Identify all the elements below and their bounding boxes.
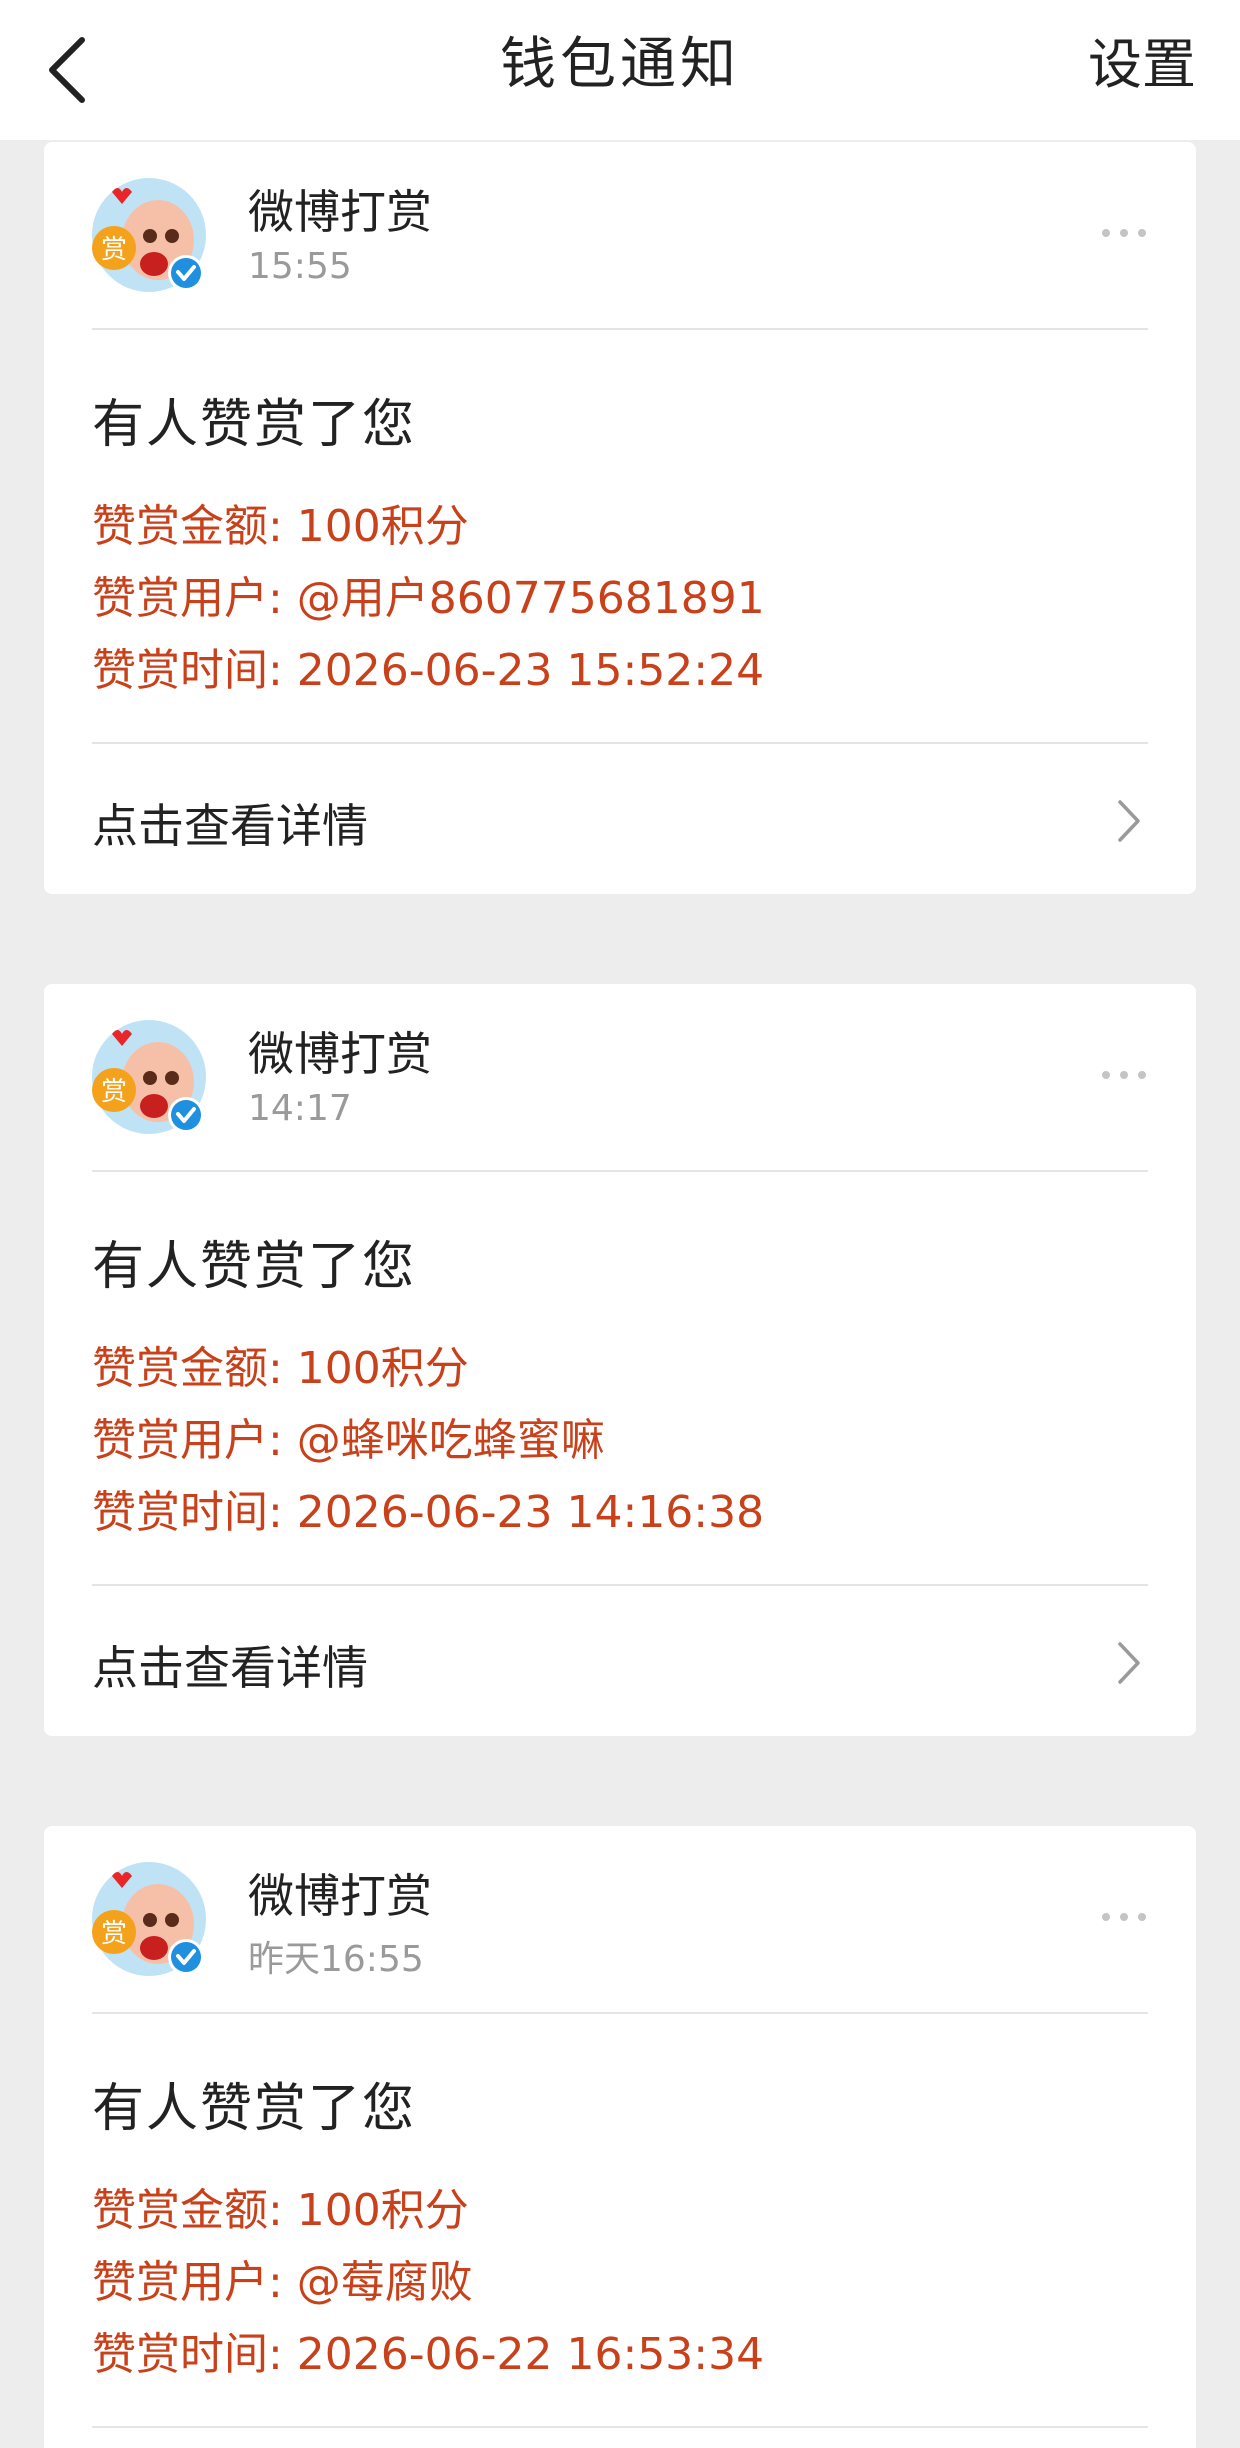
reward-amount: 赞赏金额: 100积分 xyxy=(92,501,469,552)
more-options-icon[interactable] xyxy=(1100,1068,1148,1082)
page-title: 钱包通知 xyxy=(500,32,740,97)
message-title: 有人赞赏了您 xyxy=(92,1237,417,1297)
view-details-label: 点击查看详情 xyxy=(92,1641,368,1695)
reward-user: 赞赏用户: @蜂咪吃蜂蜜嘛 xyxy=(92,1415,605,1466)
divider xyxy=(92,1170,1148,1172)
sender-name[interactable]: 微博打赏 xyxy=(248,1018,432,1084)
divider xyxy=(92,2426,1148,2428)
sender-name[interactable]: 微博打赏 xyxy=(248,1860,432,1926)
card-header: 赏 微博打赏 14:17 xyxy=(44,984,1196,1170)
notification-card: 赏 微博打赏 昨天16:55 有人赞赏了您 赞赏金额: 100积分 赞赏用户: … xyxy=(44,1826,1196,2448)
timestamp: 14:17 xyxy=(248,1088,352,1129)
avatar[interactable]: 赏 xyxy=(92,178,206,292)
reward-time: 赞赏时间: 2026-06-23 15:52:24 xyxy=(92,645,765,696)
reward-user: 赞赏用户: @用户860775681891 xyxy=(92,573,765,624)
notification-card: 赏 微博打赏 14:17 有人赞赏了您 赞赏金额: 100积分 赞赏用户: @蜂… xyxy=(44,984,1196,1736)
settings-button[interactable]: 设置 xyxy=(1088,0,1196,130)
avatar[interactable]: 赏 xyxy=(92,1862,206,1976)
timestamp: 昨天16:55 xyxy=(248,1939,424,1980)
card-header: 赏 微博打赏 昨天16:55 xyxy=(44,1826,1196,2012)
reward-time: 赞赏时间: 2026-06-22 16:53:34 xyxy=(92,2329,765,2380)
more-options-icon[interactable] xyxy=(1100,1910,1148,1924)
avatar[interactable]: 赏 xyxy=(92,1020,206,1134)
reward-amount: 赞赏金额: 100积分 xyxy=(92,1343,469,1394)
top-bar: 钱包通知 设置 xyxy=(0,0,1240,140)
chevron-right-icon xyxy=(1118,800,1140,842)
card-header: 赏 微博打赏 15:55 xyxy=(44,142,1196,328)
notification-card: 赏 微博打赏 15:55 有人赞赏了您 赞赏金额: 100积分 赞赏用户: @用… xyxy=(44,142,1196,894)
timestamp: 15:55 xyxy=(248,246,352,287)
reward-amount: 赞赏金额: 100积分 xyxy=(92,2185,469,2236)
sender-name[interactable]: 微博打赏 xyxy=(248,176,432,242)
reward-user: 赞赏用户: @莓腐败 xyxy=(92,2257,473,2308)
view-details-link[interactable]: 点击查看详情 xyxy=(44,744,1196,894)
more-options-icon[interactable] xyxy=(1100,226,1148,240)
message-title: 有人赞赏了您 xyxy=(92,395,417,455)
divider xyxy=(92,2012,1148,2014)
divider xyxy=(92,328,1148,330)
message-title: 有人赞赏了您 xyxy=(92,2079,417,2139)
reward-time: 赞赏时间: 2026-06-23 14:16:38 xyxy=(92,1487,765,1538)
view-details-link[interactable]: 点击查看详情 xyxy=(44,1586,1196,1736)
view-details-label: 点击查看详情 xyxy=(92,799,368,853)
chevron-right-icon xyxy=(1118,1642,1140,1684)
avatar-badge-glyph: 赏 xyxy=(101,1077,127,1107)
avatar-badge-glyph: 赏 xyxy=(101,235,127,265)
avatar-badge-glyph: 赏 xyxy=(101,1919,127,1949)
